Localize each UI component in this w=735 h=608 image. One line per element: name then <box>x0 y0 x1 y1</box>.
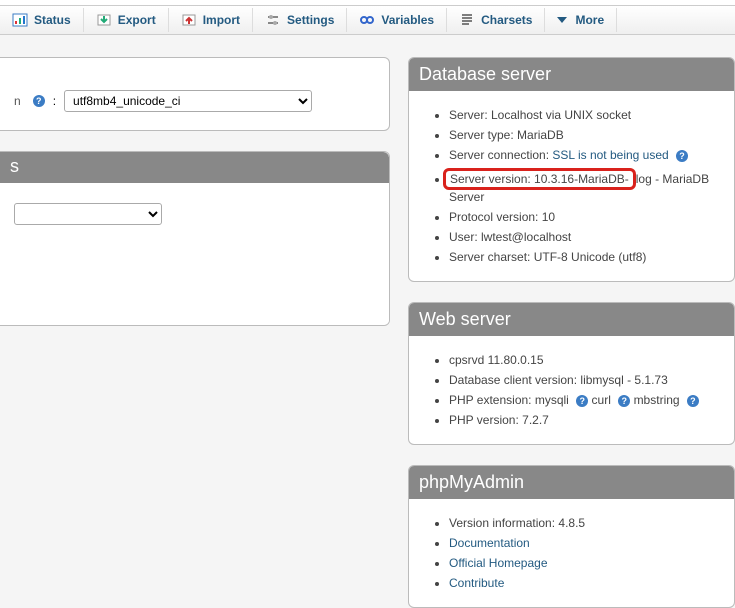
charsets-tab[interactable]: Charsets <box>447 8 545 32</box>
collation-panel: n ?: utf8mb4_unicode_ci <box>0 57 390 131</box>
help-icon[interactable]: ? <box>618 395 630 407</box>
charsets-icon <box>459 12 475 28</box>
settings-icon <box>265 12 281 28</box>
main-toolbar: Status Export Import Settings Variables … <box>0 6 735 35</box>
db-client-item: Database client version: libmysql - 5.1.… <box>449 370 718 390</box>
help-icon[interactable]: ? <box>33 95 45 107</box>
help-icon[interactable]: ? <box>676 150 688 162</box>
phpmyadmin-panel: phpMyAdmin Version information: 4.8.5 Do… <box>408 465 735 608</box>
variables-icon <box>359 12 375 28</box>
status-icon <box>12 12 28 28</box>
variables-label: Variables <box>381 13 434 27</box>
chevron-down-icon <box>557 17 567 23</box>
server-connection-item: Server connection: SSL is not being used… <box>449 145 718 165</box>
theme-panel: s <box>0 151 390 326</box>
import-icon <box>181 12 197 28</box>
import-tab[interactable]: Import <box>169 8 253 32</box>
export-icon <box>96 12 112 28</box>
help-icon[interactable]: ? <box>576 395 588 407</box>
documentation-link[interactable]: Documentation <box>449 536 530 550</box>
import-label: Import <box>203 13 240 27</box>
collation-select[interactable]: utf8mb4_unicode_ci <box>64 90 312 112</box>
server-version-item: Server version: 10.3.16-MariaDB-log - Ma… <box>449 165 718 207</box>
web-server-panel: Web server cpsrvd 11.80.0.15 Database cl… <box>408 302 735 445</box>
export-tab[interactable]: Export <box>84 8 169 32</box>
export-label: Export <box>118 13 156 27</box>
server-version-highlight: Server version: 10.3.16-MariaDB- <box>443 168 636 190</box>
homepage-link[interactable]: Official Homepage <box>449 556 548 570</box>
ssl-link[interactable]: SSL is not being used <box>552 148 668 162</box>
status-label: Status <box>34 13 71 27</box>
user-item: User: lwtest@localhost <box>449 227 718 247</box>
protocol-item: Protocol version: 10 <box>449 207 718 227</box>
server-item: Server: Localhost via UNIX socket <box>449 105 718 125</box>
php-ext-item: PHP extension: mysqli ? curl ? mbstring … <box>449 390 718 410</box>
more-tab[interactable]: More <box>545 8 617 32</box>
more-label: More <box>575 13 604 27</box>
help-icon[interactable]: ? <box>687 395 699 407</box>
theme-select[interactable] <box>14 203 162 225</box>
contribute-link[interactable]: Contribute <box>449 576 504 590</box>
collation-label-fragment: n <box>14 94 21 108</box>
web-server-title: Web server <box>409 303 734 336</box>
charsets-label: Charsets <box>481 13 532 27</box>
variables-tab[interactable]: Variables <box>347 8 447 32</box>
srv-item: cpsrvd 11.80.0.15 <box>449 350 718 370</box>
panel-head-fragment: s <box>0 152 389 183</box>
phpmyadmin-title: phpMyAdmin <box>409 466 734 499</box>
database-server-panel: Database server Server: Localhost via UN… <box>408 57 735 282</box>
server-type-item: Server type: MariaDB <box>449 125 718 145</box>
settings-label: Settings <box>287 13 334 27</box>
server-charset-item: Server charset: UTF-8 Unicode (utf8) <box>449 247 718 267</box>
database-server-title: Database server <box>409 58 734 91</box>
status-tab[interactable]: Status <box>0 8 84 32</box>
settings-tab[interactable]: Settings <box>253 8 347 32</box>
php-version-item: PHP version: 7.2.7 <box>449 410 718 430</box>
pma-version-item: Version information: 4.8.5 <box>449 513 718 533</box>
